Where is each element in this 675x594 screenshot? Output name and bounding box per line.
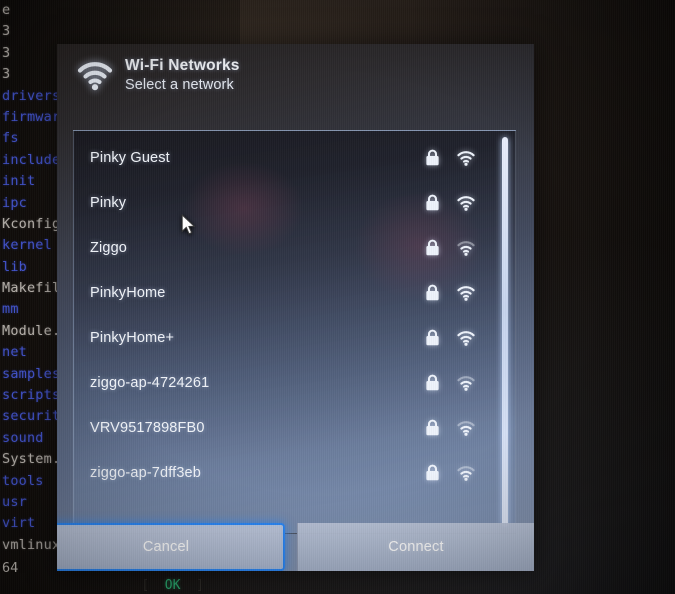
- network-list-item[interactable]: ziggo-ap-4724261: [74, 360, 515, 405]
- network-ssid: VRV9517898FB0: [90, 419, 205, 436]
- network-list-panel[interactable]: Pinky Guest Pinky Ziggo PinkyHome PinkyHome+…: [73, 130, 516, 534]
- network-list-item[interactable]: Pinky: [74, 180, 515, 225]
- connect-button-label: Connect: [388, 539, 444, 555]
- dialog-subtitle: Select a network: [125, 77, 234, 93]
- wifi-signal-icon: [457, 195, 475, 211]
- cancel-button-label: Cancel: [142, 539, 190, 555]
- lock-icon: [425, 149, 440, 166]
- network-list-scrollbar[interactable]: [502, 137, 508, 527]
- dialog-footer: Cancel Connect: [57, 523, 534, 571]
- wifi-icon: [77, 59, 113, 91]
- network-ssid: Ziggo: [90, 239, 128, 256]
- network-status-icons: [425, 149, 475, 166]
- terminal-status-line: [ OK ]: [110, 582, 204, 594]
- network-status-icons: [425, 374, 475, 391]
- network-list-item[interactable]: Pinky Guest: [74, 135, 515, 180]
- lock-icon: [425, 419, 440, 436]
- screen-photo: e 3 3 3 drivers firmware fs include init ipc Kconf…: [0, 0, 675, 594]
- terminal-trailing-number: 64: [2, 560, 19, 576]
- wifi-signal-icon: [457, 150, 475, 166]
- lock-icon: [425, 239, 440, 256]
- lock-icon: [425, 374, 440, 391]
- wifi-networks-dialog: Wi-Fi Networks Select a network Pinky Gu…: [57, 44, 534, 571]
- network-status-icons: [425, 194, 475, 211]
- network-list-item[interactable]: PinkyHome+: [74, 315, 515, 360]
- network-status-icons: [425, 284, 475, 301]
- network-list[interactable]: Pinky Guest Pinky Ziggo PinkyHome PinkyHome+…: [74, 131, 515, 495]
- cancel-button[interactable]: Cancel: [57, 523, 285, 571]
- network-ssid: PinkyHome+: [90, 329, 175, 346]
- wifi-signal-icon: [457, 330, 475, 346]
- network-status-icons: [425, 329, 475, 346]
- connect-button[interactable]: Connect: [297, 523, 534, 571]
- network-ssid: Pinky Guest: [90, 149, 170, 166]
- network-ssid: ziggo-ap-4724261: [90, 374, 210, 391]
- lock-icon: [425, 284, 440, 301]
- network-ssid: PinkyHome: [90, 284, 166, 301]
- dialog-header: Wi-Fi Networks Select a network: [57, 44, 534, 118]
- lock-icon: [425, 464, 440, 481]
- terminal-line: e: [2, 2, 11, 18]
- wifi-signal-icon: [457, 420, 475, 436]
- network-status-icons: [425, 239, 475, 256]
- wifi-signal-icon: [457, 465, 475, 481]
- wifi-signal-icon: [457, 285, 475, 301]
- network-list-item[interactable]: PinkyHome: [74, 270, 515, 315]
- network-ssid: ziggo-ap-7dff3eb: [90, 464, 201, 481]
- network-list-item[interactable]: VRV9517898FB0: [74, 405, 515, 450]
- lock-icon: [425, 329, 440, 346]
- network-list-item[interactable]: ziggo-ap-7dff3eb: [74, 450, 515, 495]
- wifi-signal-icon: [457, 240, 475, 256]
- terminal-line: 3: [2, 23, 11, 40]
- network-list-item[interactable]: Ziggo: [74, 225, 515, 270]
- network-ssid: Pinky: [90, 194, 127, 211]
- wifi-signal-icon: [457, 375, 475, 391]
- network-status-icons: [425, 419, 475, 436]
- dialog-title: Wi-Fi Networks: [125, 57, 240, 74]
- lock-icon: [425, 194, 440, 211]
- network-status-icons: [425, 464, 475, 481]
